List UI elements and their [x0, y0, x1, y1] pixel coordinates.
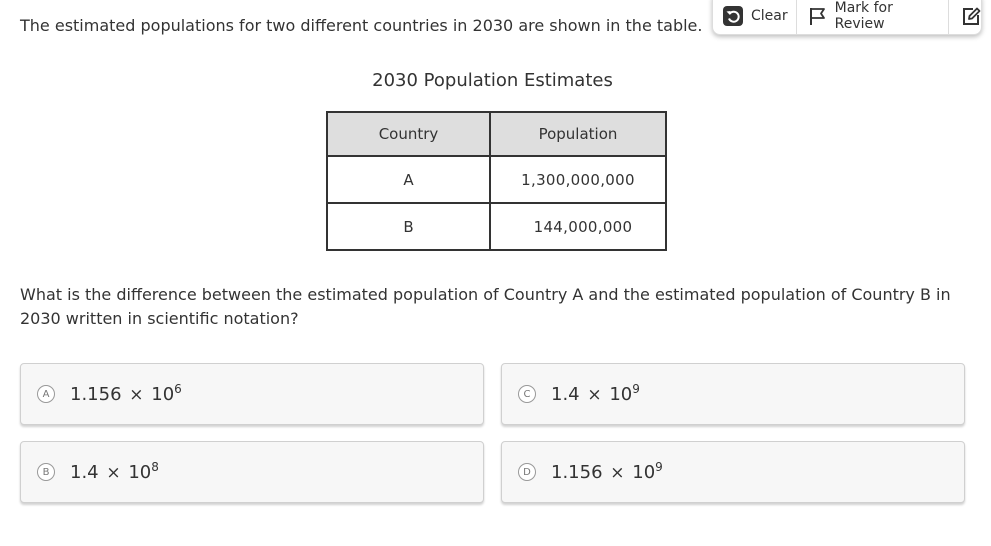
undo-icon: [723, 5, 743, 26]
clear-button[interactable]: Clear: [713, 0, 797, 34]
base: 10: [128, 461, 152, 483]
mantissa: 1.4: [70, 461, 99, 483]
times-sign: ×: [587, 384, 602, 405]
choice-answer: 1.4 × 109: [551, 381, 640, 405]
population-cell: 144,000,000: [489, 202, 667, 251]
mark-label: Mark for Review: [834, 0, 893, 32]
question-text: What is the difference between the estim…: [20, 285, 951, 328]
header-population: Population: [489, 111, 667, 157]
exponent: 9: [632, 381, 640, 396]
edit-icon: [961, 6, 981, 26]
choice-b[interactable]: B 1.4 × 108: [20, 441, 484, 503]
country-cell: B: [326, 202, 491, 251]
base: 10: [151, 383, 175, 405]
choice-c[interactable]: C 1.4 × 109: [501, 363, 965, 425]
times-sign: ×: [129, 384, 144, 405]
clear-label: Clear: [751, 7, 788, 24]
table-row: A 1,300,000,000: [326, 155, 667, 204]
base: 10: [609, 383, 633, 405]
choice-letter: A: [37, 385, 55, 403]
exponent: 9: [655, 459, 663, 474]
edit-button[interactable]: [949, 0, 981, 34]
choice-d[interactable]: D 1.156 × 109: [501, 441, 965, 503]
choice-a[interactable]: A 1.156 × 106: [20, 363, 484, 425]
exponent: 6: [174, 381, 182, 396]
country-cell: A: [326, 155, 491, 204]
question-toolbar: Clear Mark for Review: [712, 0, 982, 35]
mantissa: 1.156: [70, 383, 122, 405]
mark-for-review-button[interactable]: Mark for Review: [797, 0, 949, 34]
choice-answer: 1.4 × 108: [70, 459, 159, 483]
times-sign: ×: [106, 462, 121, 483]
table-header-row: Country Population: [326, 111, 667, 157]
exponent: 8: [151, 459, 159, 474]
choice-answer: 1.156 × 109: [551, 459, 663, 483]
mantissa: 1.156: [551, 461, 603, 483]
population-table: Country Population A 1,300,000,000 B 144…: [326, 111, 667, 251]
choice-letter: D: [518, 463, 536, 481]
table-title: 2030 Population Estimates: [372, 70, 613, 91]
times-sign: ×: [610, 462, 625, 483]
choice-letter: C: [518, 385, 536, 403]
header-country: Country: [326, 111, 491, 157]
mantissa: 1.4: [551, 383, 580, 405]
table-row: B 144,000,000: [326, 202, 667, 251]
intro-text: The estimated populations for two differ…: [20, 16, 703, 35]
base: 10: [632, 461, 656, 483]
choice-letter: B: [37, 463, 55, 481]
choice-answer: 1.156 × 106: [70, 381, 182, 405]
flag-icon: [809, 6, 827, 26]
population-cell: 1,300,000,000: [489, 155, 667, 204]
